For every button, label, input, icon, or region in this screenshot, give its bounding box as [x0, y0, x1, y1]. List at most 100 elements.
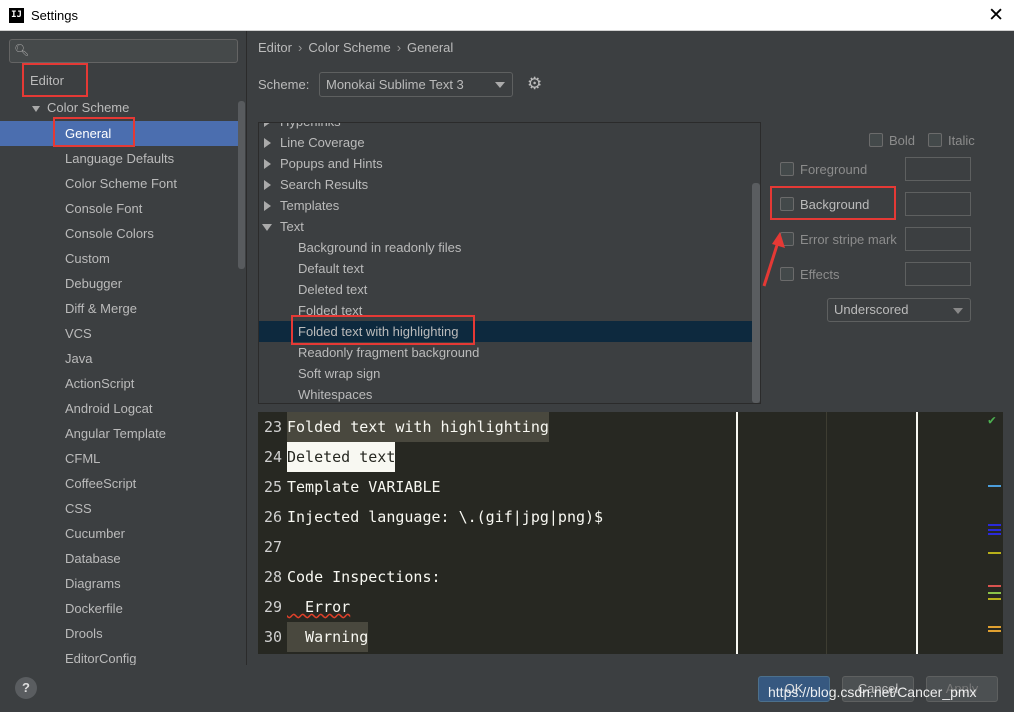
list-item[interactable]: Background in readonly files: [259, 237, 760, 258]
list-item-label: Default text: [298, 261, 364, 276]
sidebar-item[interactable]: Java: [65, 346, 92, 371]
error-stripe-marker[interactable]: [988, 552, 1001, 554]
sidebar-item[interactable]: VCS: [65, 321, 92, 346]
sidebar-item[interactable]: Language Defaults: [65, 146, 174, 171]
sidebar-item-label: ActionScript: [65, 376, 135, 391]
error-stripe-marker[interactable]: [988, 485, 1001, 487]
foreground-checkbox[interactable]: [780, 162, 794, 176]
sidebar-item-label: Custom: [65, 251, 110, 266]
bold-checkbox[interactable]: [869, 133, 883, 147]
error-stripe-marker[interactable]: [988, 630, 1001, 632]
sidebar-item-label: Language Defaults: [65, 151, 175, 166]
breadcrumb-editor[interactable]: Editor: [258, 40, 292, 55]
background-color-swatch[interactable]: [905, 192, 971, 216]
inspection-ok-icon[interactable]: ✔: [988, 413, 996, 428]
error-stripe-color-swatch[interactable]: [905, 227, 971, 251]
sidebar-item[interactable]: EditorConfig: [65, 646, 137, 665]
sidebar-item[interactable]: Diff & Merge: [65, 296, 137, 321]
sidebar-item[interactable]: Database: [65, 546, 121, 571]
sidebar-item[interactable]: Drools: [65, 621, 103, 646]
list-item[interactable]: Readonly fragment background: [259, 342, 760, 363]
close-icon[interactable]: ✕: [988, 4, 1004, 27]
sidebar-item[interactable]: Custom: [65, 246, 110, 271]
error-stripe-marker[interactable]: [988, 529, 1001, 531]
intellij-icon: IJ: [9, 8, 24, 23]
sidebar-item[interactable]: Color Scheme Font: [65, 171, 177, 196]
list-item[interactable]: Default text: [259, 258, 760, 279]
sidebar-item[interactable]: CFML: [65, 446, 100, 471]
sidebar-scrollbar[interactable]: [238, 101, 245, 269]
list-item-label: Search Results: [280, 177, 369, 192]
effects-type-value: Underscored: [834, 302, 909, 317]
error-stripe-marker[interactable]: [988, 524, 1001, 526]
gear-icon[interactable]: ⚙: [527, 74, 542, 94]
sidebar-item-label: Console Colors: [65, 226, 154, 241]
bold-label: Bold: [889, 133, 916, 148]
preview-editor[interactable]: 23 Folded text with highlighting 24 Deleted…: [258, 412, 1003, 654]
list-item[interactable]: Whitespaces: [259, 384, 760, 403]
effects-type-dropdown[interactable]: Underscored: [827, 298, 971, 322]
list-scrollbar[interactable]: [752, 183, 760, 403]
sidebar-item-label: CSS: [65, 501, 92, 516]
code-text: Injected language: \.(gif|jpg|png)$: [287, 508, 604, 526]
sidebar-item-label: VCS: [65, 326, 92, 341]
sidebar-item[interactable]: Console Colors: [65, 221, 154, 246]
sidebar-item[interactable]: Android Logcat: [65, 396, 152, 421]
chevron-right-icon: [264, 180, 271, 190]
list-item[interactable]: Popups and Hints: [259, 153, 760, 174]
list-item[interactable]: Line Coverage: [259, 132, 760, 153]
list-item[interactable]: Templates: [259, 195, 760, 216]
sidebar-item-label: Angular Template: [65, 426, 166, 441]
code-line: 28 Code Inspections:: [258, 562, 1003, 592]
list-item-label: Popups and Hints: [280, 156, 383, 171]
search-input[interactable]: 🔍︎: [9, 39, 238, 63]
italic-label: Italic: [948, 133, 975, 148]
chevron-right-icon: [264, 159, 271, 169]
scheme-dropdown[interactable]: Monokai Sublime Text 3: [319, 72, 513, 97]
sidebar-item-label: CoffeeScript: [65, 476, 137, 491]
error-stripe-marker[interactable]: [988, 533, 1001, 535]
list-item[interactable]: Text: [259, 216, 760, 237]
list-item-label: Whitespaces: [298, 387, 373, 402]
list-item-label: Soft wrap sign: [298, 366, 381, 381]
foreground-label: Foreground: [800, 162, 868, 177]
list-item[interactable]: Hyperlinks: [259, 123, 760, 132]
line-number: 24: [264, 448, 283, 466]
sidebar-item[interactable]: Diagrams: [65, 571, 121, 596]
sidebar-item-label: Color Scheme Font: [65, 176, 177, 191]
list-item-label: Background in readonly files: [298, 240, 462, 255]
list-item[interactable]: Deleted text: [259, 279, 760, 300]
annotation-arrow: [762, 232, 785, 287]
code-text: Folded text with highlighting: [287, 412, 549, 442]
list-item[interactable]: Search Results: [259, 174, 760, 195]
sidebar-item[interactable]: Angular Template: [65, 421, 166, 446]
background-checkbox[interactable]: [780, 197, 794, 211]
error-stripe-marker[interactable]: [988, 585, 1001, 587]
breadcrumb-color-scheme[interactable]: Color Scheme: [308, 40, 390, 55]
list-item[interactable]: Soft wrap sign: [259, 363, 760, 384]
list-item-label: Hyperlinks: [280, 123, 341, 132]
error-stripe-marker[interactable]: [988, 626, 1001, 628]
italic-checkbox[interactable]: [928, 133, 942, 147]
list-item[interactable]: Folded text: [259, 300, 760, 321]
sidebar-item[interactable]: CSS: [65, 496, 92, 521]
sidebar-item[interactable]: ActionScript: [65, 371, 134, 396]
foreground-color-swatch[interactable]: [905, 157, 971, 181]
error-stripe-marker[interactable]: [988, 592, 1001, 594]
chevron-right-icon: [264, 138, 271, 148]
sidebar-item[interactable]: Debugger: [65, 271, 122, 296]
sidebar-item-color-scheme[interactable]: Color Scheme: [32, 95, 129, 120]
error-stripe-marker[interactable]: [988, 598, 1001, 600]
sidebar-item-editor[interactable]: Editor: [30, 68, 64, 93]
sidebar-item-label: EditorConfig: [65, 651, 137, 665]
sidebar-item[interactable]: General: [65, 121, 111, 146]
sidebar-item[interactable]: Console Font: [65, 196, 142, 221]
list-item[interactable]: Folded text with highlighting: [259, 321, 760, 342]
help-button[interactable]: ?: [15, 677, 37, 699]
effects-color-swatch[interactable]: [905, 262, 971, 286]
sidebar-item-label: Cucumber: [65, 526, 125, 541]
sidebar-item[interactable]: Cucumber: [65, 521, 125, 546]
sidebar-item[interactable]: Dockerfile: [65, 596, 123, 621]
sidebar-item-label: Java: [65, 351, 93, 366]
sidebar-item[interactable]: CoffeeScript: [65, 471, 136, 496]
